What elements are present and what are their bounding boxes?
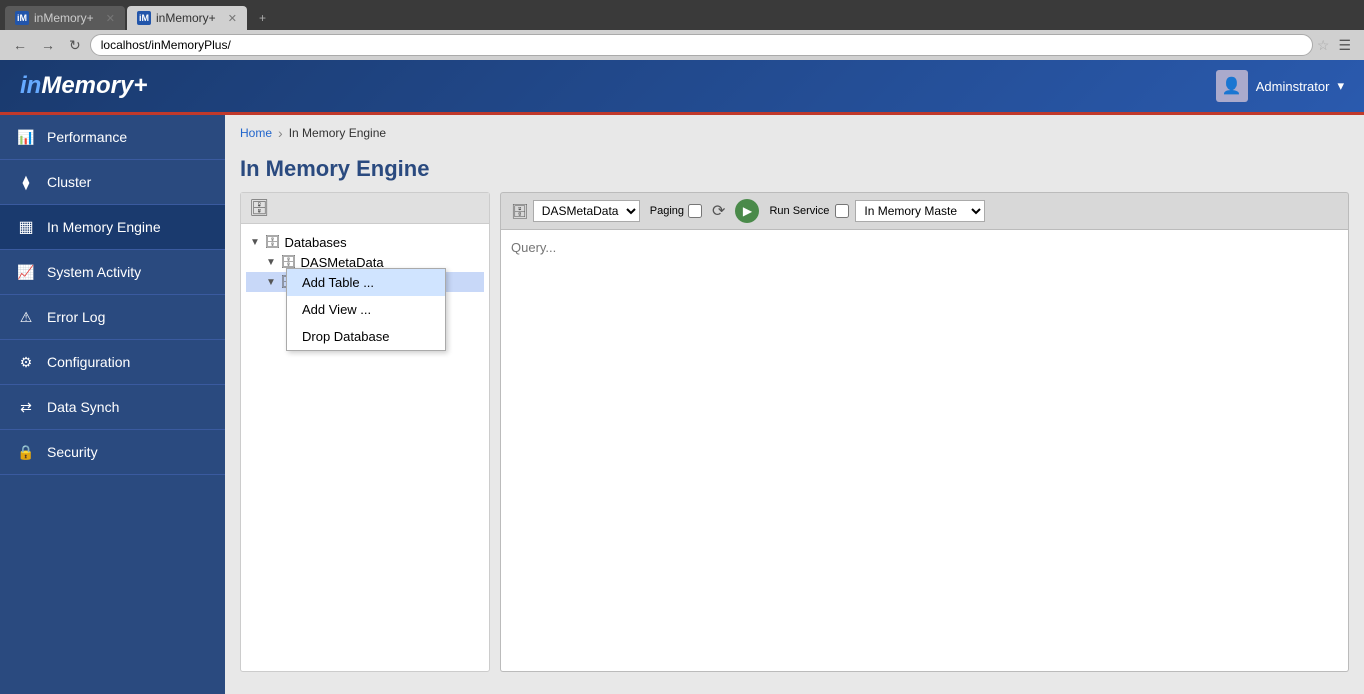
sidebar-item-datasynch[interactable]: ⇄ Data Synch xyxy=(0,385,225,430)
sidebar-label-security: Security xyxy=(47,444,98,460)
tab-2-label: inMemory+ xyxy=(156,11,216,25)
tab-1-favicon: iM xyxy=(15,11,29,25)
performance-icon: 📊 xyxy=(15,126,37,148)
tree-toolbar-icon: 🗄 xyxy=(249,198,269,218)
sidebar-label-inmemory: In Memory Engine xyxy=(47,219,161,235)
tree-root-label: Databases xyxy=(285,235,347,250)
back-button[interactable]: ← xyxy=(8,35,32,55)
run-service-group: Run Service In Memory Maste xyxy=(769,200,985,222)
sidebar-label-performance: Performance xyxy=(47,129,127,145)
nav-bar: ← → ↻ ☆ ☰ xyxy=(0,30,1364,60)
refresh-button[interactable]: ↻ xyxy=(64,35,86,56)
tree-toolbar: 🗄 xyxy=(241,193,489,224)
breadcrumb-home[interactable]: Home xyxy=(240,126,272,140)
errorlog-icon: ⚠ xyxy=(15,306,37,328)
context-menu: Add Table ... Add View ... Drop Database xyxy=(286,268,446,351)
header-right: 👤 Adminstrator ▾ xyxy=(1216,70,1344,102)
breadcrumb: Home › In Memory Engine xyxy=(225,115,1364,151)
app-logo: inMemory+ xyxy=(20,72,147,100)
bookmark-button[interactable]: ☆ xyxy=(1317,37,1330,54)
context-menu-add-view[interactable]: Add View ... xyxy=(287,296,445,323)
sidebar-item-inmemory[interactable]: ▦ In Memory Engine xyxy=(0,205,225,250)
tab-1[interactable]: iM inMemory+ ✕ xyxy=(5,6,125,30)
context-menu-drop-database[interactable]: Drop Database xyxy=(287,323,445,350)
menu-button[interactable]: ☰ xyxy=(1333,35,1356,56)
sidebar-item-errorlog[interactable]: ⚠ Error Log xyxy=(0,295,225,340)
run-button[interactable]: ▶ xyxy=(735,199,759,223)
context-menu-add-table[interactable]: Add Table ... xyxy=(287,269,445,296)
breadcrumb-separator: › xyxy=(278,125,283,141)
panel-area: 🗄 ▼ 🗄 Databases ▼ 🗄 DASMet xyxy=(225,192,1364,687)
sidebar-label-configuration: Configuration xyxy=(47,354,130,370)
root-expand-icon: ▼ xyxy=(250,237,264,248)
address-bar[interactable] xyxy=(90,34,1313,56)
sidebar-item-cluster[interactable]: ⧫ Cluster xyxy=(0,160,225,205)
tab-1-close[interactable]: ✕ xyxy=(106,12,115,25)
avatar: 👤 xyxy=(1216,70,1248,102)
user-dropdown-icon[interactable]: ▾ xyxy=(1337,78,1344,94)
content-area: Home › In Memory Engine In Memory Engine… xyxy=(225,115,1364,694)
app-header: inMemory+ 👤 Adminstrator ▾ xyxy=(0,60,1364,115)
sidebar-item-configuration[interactable]: ⚙ Configuration xyxy=(0,340,225,385)
tab-bar: iM inMemory+ ✕ iM inMemory+ ✕ + xyxy=(0,0,1364,30)
forward-button[interactable]: → xyxy=(36,35,60,55)
activity-icon: 📈 xyxy=(15,261,37,283)
security-icon: 🔒 xyxy=(15,441,37,463)
tree-root-node[interactable]: ▼ 🗄 Databases xyxy=(246,232,484,252)
main-area: 📊 Performance ⧫ Cluster ▦ In Memory Engi… xyxy=(0,115,1364,694)
db-selector-icon: 🗄 xyxy=(511,203,529,220)
tab-1-label: inMemory+ xyxy=(34,11,94,25)
inmemory-icon: ▦ xyxy=(15,216,37,238)
sidebar-label-datasynch: Data Synch xyxy=(47,399,119,415)
tab-2-close[interactable]: ✕ xyxy=(228,12,237,25)
refresh-button[interactable]: ⟳ xyxy=(712,201,725,221)
sidebar-label-cluster: Cluster xyxy=(47,174,91,190)
superstore-expand-icon: ▼ xyxy=(266,277,280,288)
new-tab-btn[interactable]: + xyxy=(249,6,279,30)
sidebar-label-errorlog: Error Log xyxy=(47,309,105,325)
service-selector[interactable]: In Memory Maste xyxy=(855,200,985,222)
sidebar-item-security[interactable]: 🔒 Security xyxy=(0,430,225,475)
sidebar-item-activity[interactable]: 📈 System Activity xyxy=(0,250,225,295)
tree-panel: 🗄 ▼ 🗄 Databases ▼ 🗄 DASMet xyxy=(240,192,490,672)
run-service-label: Run Service xyxy=(769,205,829,217)
query-toolbar: 🗄 DASMetaData SuperStore Paging xyxy=(500,192,1349,230)
query-panel: 🗄 DASMetaData SuperStore Paging xyxy=(500,192,1349,672)
sidebar: 📊 Performance ⧫ Cluster ▦ In Memory Engi… xyxy=(0,115,225,694)
paging-group: Paging xyxy=(650,204,702,218)
sidebar-label-activity: System Activity xyxy=(47,264,141,280)
page-title: In Memory Engine xyxy=(225,151,1364,192)
paging-checkbox[interactable] xyxy=(688,204,702,218)
dasmetadata-expand-icon: ▼ xyxy=(266,257,280,268)
browser-chrome: iM inMemory+ ✕ iM inMemory+ ✕ + ← → ↻ ☆ … xyxy=(0,0,1364,60)
db-selector-group: 🗄 DASMetaData SuperStore xyxy=(511,200,640,222)
tree-content: ▼ 🗄 Databases ▼ 🗄 DASMetaData ▼ xyxy=(241,224,489,300)
db-selector[interactable]: DASMetaData SuperStore xyxy=(533,200,640,222)
tab-2-favicon: iM xyxy=(137,11,151,25)
user-label: Adminstrator xyxy=(1256,79,1330,94)
run-service-checkbox[interactable] xyxy=(835,204,849,218)
cluster-icon: ⧫ xyxy=(15,171,37,193)
root-db-icon: 🗄 xyxy=(264,234,281,250)
datasynch-icon: ⇄ xyxy=(15,396,37,418)
config-icon: ⚙ xyxy=(15,351,37,373)
sidebar-item-performance[interactable]: 📊 Performance xyxy=(0,115,225,160)
app-wrapper: inMemory+ 👤 Adminstrator ▾ 📊 Performance… xyxy=(0,60,1364,694)
breadcrumb-current: In Memory Engine xyxy=(289,126,386,140)
query-textarea[interactable] xyxy=(500,230,1349,672)
tab-2[interactable]: iM inMemory+ ✕ xyxy=(127,6,247,30)
paging-label: Paging xyxy=(650,205,684,217)
